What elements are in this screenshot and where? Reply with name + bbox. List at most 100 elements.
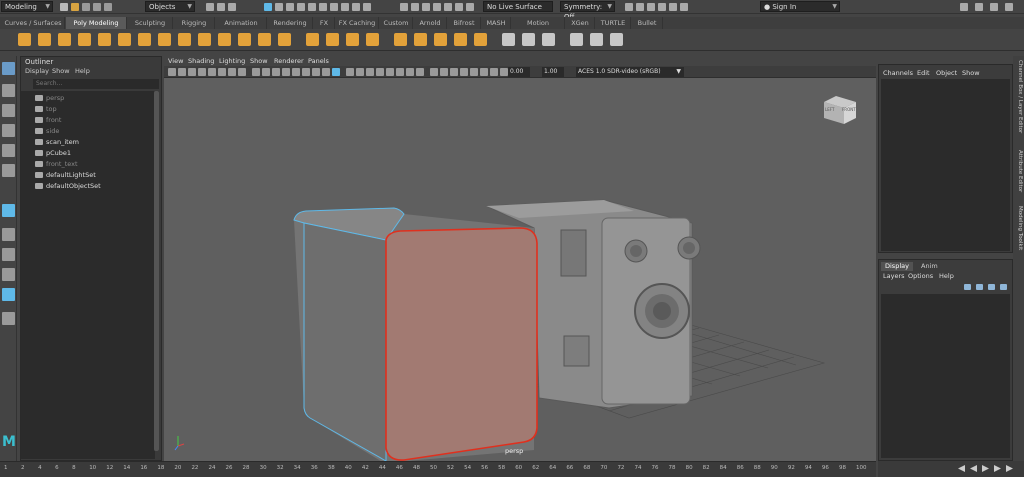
viewport-tool-icon[interactable] <box>396 68 404 76</box>
outliner-item[interactable]: scan_item <box>35 137 79 147</box>
shelf-tab[interactable]: FX <box>314 17 335 29</box>
snap-icon[interactable] <box>466 3 474 11</box>
side-tab-modeling-toolkit[interactable]: Modeling Toolkit <box>1014 206 1023 250</box>
viewport-tool-icon[interactable] <box>252 68 260 76</box>
channel-menu-show[interactable]: Show <box>962 69 980 77</box>
snap-view-icon[interactable] <box>433 3 441 11</box>
shelf-tab[interactable]: Arnold <box>414 17 447 29</box>
outliner-item[interactable]: top <box>35 104 57 114</box>
layer-menu-options[interactable]: Options <box>908 272 933 280</box>
step-forward-icon[interactable] <box>994 465 1001 472</box>
poly-torus-icon[interactable] <box>98 33 111 46</box>
viewport-tool-icon[interactable] <box>356 68 364 76</box>
separate-icon[interactable] <box>326 33 339 46</box>
channel-menu-edit[interactable]: Edit <box>917 69 930 77</box>
planar-map-icon[interactable] <box>590 33 603 46</box>
snap-curve-icon[interactable] <box>411 3 419 11</box>
pick-mask-icon[interactable] <box>286 3 294 11</box>
pick-mask-icon[interactable] <box>275 3 283 11</box>
viewport-tool-icon[interactable] <box>332 68 340 76</box>
scale-tool-icon[interactable] <box>2 164 15 177</box>
new-scene-icon[interactable] <box>60 3 68 11</box>
snap-surface-icon[interactable] <box>444 3 452 11</box>
undo-icon[interactable] <box>93 3 101 11</box>
side-tab-channel-box[interactable]: Channel Box / Layer Editor <box>1014 60 1023 133</box>
poly-sphere-icon[interactable] <box>18 33 31 46</box>
viewport-tool-icon[interactable] <box>460 68 468 76</box>
go-to-end-icon[interactable] <box>1006 465 1013 472</box>
select-component-icon[interactable] <box>228 3 236 11</box>
layer-menu-layers[interactable]: Layers <box>883 272 905 280</box>
outliner-search-input[interactable]: Search... <box>33 79 159 89</box>
auto-map-icon[interactable] <box>610 33 623 46</box>
pick-mask-icon[interactable] <box>319 3 327 11</box>
view-cube[interactable]: LEFT FRONT <box>822 94 858 126</box>
viewport-menu-item[interactable]: Shading <box>188 56 214 66</box>
select-tool-icon[interactable] <box>2 62 15 75</box>
poly-disc-icon[interactable] <box>138 33 151 46</box>
poly-pipe-icon[interactable] <box>218 33 231 46</box>
viewport-tool-icon[interactable] <box>322 68 330 76</box>
extrude-icon[interactable] <box>434 33 447 46</box>
selection-mode-dropdown[interactable]: Objects ▼ <box>145 1 195 12</box>
poly-cylinder-icon[interactable] <box>58 33 71 46</box>
lasso-tool-icon[interactable] <box>2 84 15 97</box>
viewport-tool-icon[interactable] <box>272 68 280 76</box>
pick-mask-icon[interactable] <box>264 3 272 11</box>
menuset-dropdown[interactable]: Modeling ▼ <box>1 1 53 12</box>
viewport-tool-icon[interactable] <box>386 68 394 76</box>
outliner-scrollbar[interactable] <box>154 91 159 451</box>
tab-display[interactable]: Display <box>881 262 913 271</box>
viewport-tool-icon[interactable] <box>188 68 196 76</box>
hypershade-icon[interactable] <box>658 3 666 11</box>
shelf-tab[interactable]: Rigging <box>174 17 215 29</box>
pick-mask-icon[interactable] <box>308 3 316 11</box>
mirror-icon[interactable] <box>394 33 407 46</box>
shelf-tab[interactable]: Curves / Surfaces <box>2 17 65 29</box>
viewport-tool-icon[interactable] <box>208 68 216 76</box>
boolean-icon[interactable] <box>366 33 379 46</box>
shelf-tab[interactable]: XGen <box>566 17 595 29</box>
rotate-tool-icon[interactable] <box>2 144 15 157</box>
snap-grid-icon[interactable] <box>400 3 408 11</box>
pick-mask-icon[interactable] <box>352 3 360 11</box>
outliner-item[interactable]: front <box>35 115 61 125</box>
new-layer-icon[interactable] <box>964 284 971 290</box>
shelf-tab[interactable]: Bifrost <box>448 17 481 29</box>
tab-anim[interactable]: Anim <box>917 262 942 271</box>
viewport-menu-item[interactable]: Lighting <box>219 56 245 66</box>
side-tab-attribute-editor[interactable]: Attribute Editor <box>1014 150 1023 192</box>
viewport-tool-icon[interactable] <box>198 68 206 76</box>
viewport-tool-icon[interactable] <box>376 68 384 76</box>
viewport-tool-icon[interactable] <box>312 68 320 76</box>
viewport-menu-item[interactable]: Show <box>250 56 268 66</box>
render-icon[interactable] <box>625 3 633 11</box>
target-weld-icon[interactable] <box>522 33 535 46</box>
viewport-tool-icon[interactable] <box>168 68 176 76</box>
bridge-icon[interactable] <box>414 33 427 46</box>
poly-soccerball-icon[interactable] <box>258 33 271 46</box>
outliner-item[interactable]: side <box>35 126 59 136</box>
open-scene-icon[interactable] <box>71 3 79 11</box>
gamma-field[interactable]: 1.00 <box>542 67 564 77</box>
search-icon[interactable] <box>2 312 15 325</box>
time-slider[interactable]: 1 2 4 6 8 10 12 14 16 18 20 22 24 26 28 30 32 34 36 38 40 42 4… <box>0 461 876 477</box>
channel-menu-object[interactable]: Object <box>936 69 957 77</box>
viewport-tool-icon[interactable] <box>366 68 374 76</box>
viewport-tool-icon[interactable] <box>430 68 438 76</box>
ipr-render-icon[interactable] <box>636 3 644 11</box>
move-tool-icon[interactable] <box>2 124 15 137</box>
layer-menu-help[interactable]: Help <box>939 272 954 280</box>
render-view-icon[interactable] <box>669 3 677 11</box>
layer-down-icon[interactable] <box>1000 284 1007 290</box>
outliner-item[interactable]: defaultObjectSet <box>35 181 101 191</box>
layer-up-icon[interactable] <box>988 284 995 290</box>
sign-in-dropdown[interactable]: ● Sign In ▼ <box>760 1 840 12</box>
poly-cube-icon[interactable] <box>38 33 51 46</box>
smooth-icon[interactable] <box>346 33 359 46</box>
shelf-tab[interactable]: TURTLE <box>596 17 631 29</box>
connect-icon[interactable] <box>542 33 555 46</box>
color-space-dropdown[interactable]: ACES 1.0 SDR-video (sRGB) ▼ <box>576 67 684 77</box>
viewport-tool-icon[interactable] <box>238 68 246 76</box>
viewport-tool-icon[interactable] <box>416 68 424 76</box>
